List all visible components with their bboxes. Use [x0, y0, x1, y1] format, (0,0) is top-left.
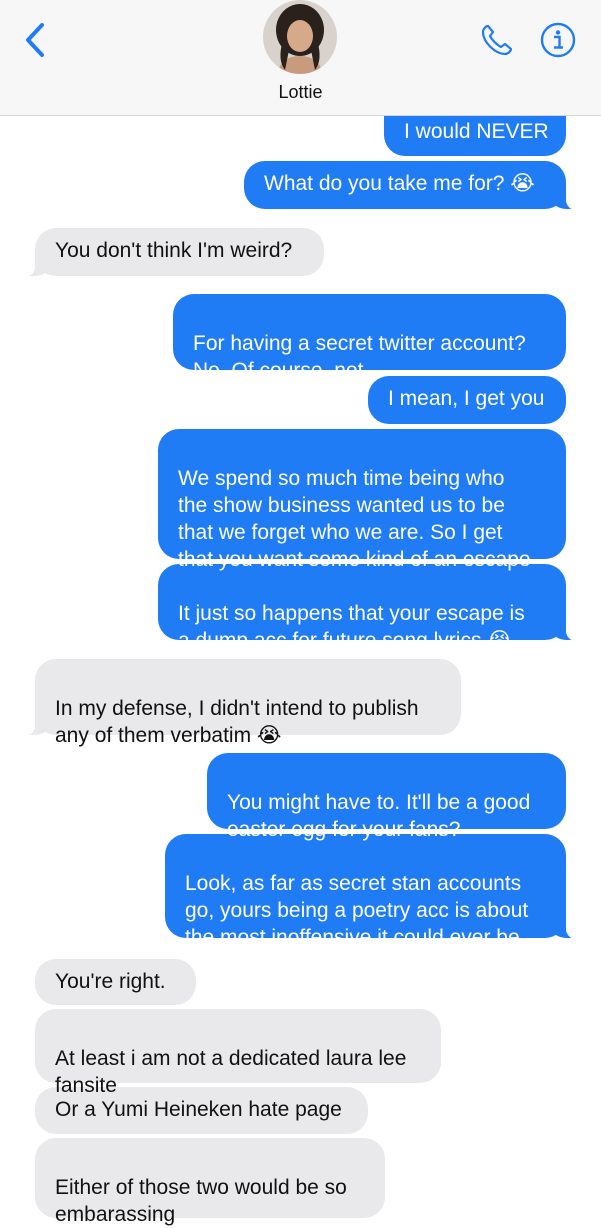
message-bubble-received[interactable]: You don't think I'm weird? — [18, 228, 324, 277]
info-icon — [540, 22, 576, 58]
info-button[interactable] — [538, 20, 578, 60]
back-button[interactable] — [18, 20, 52, 60]
message-bubble-received[interactable]: Either of those two would be so embarass… — [35, 1138, 385, 1226]
message-bubble-received[interactable]: You're right. — [35, 959, 196, 1005]
message-text: Look, as far as secret stan accounts go,… — [185, 872, 529, 949]
message-bubble-received[interactable]: In my defense, I didn't intend to publis… — [18, 659, 461, 747]
conversation-header: Lottie — [0, 0, 601, 116]
message-text: You don't think I'm weird? — [55, 239, 293, 262]
message-text: I mean, I get you — [388, 387, 545, 410]
message-text: You're right. — [55, 970, 166, 993]
message-bubble-sent[interactable]: For having a secret twitter account? No.… — [173, 294, 566, 382]
avatar-photo — [263, 0, 337, 74]
message-text: It just so happens that your escape is a… — [178, 602, 525, 652]
message-text: What do you take me for? 😭 — [264, 172, 535, 195]
chevron-left-icon — [26, 23, 44, 57]
message-bubble-sent[interactable]: What do you take me for? 😭 — [244, 161, 583, 210]
contact-name[interactable]: Lottie — [0, 82, 601, 103]
message-text: I would NEVER — [404, 120, 549, 143]
contact-avatar[interactable] — [263, 0, 337, 74]
phone-icon — [481, 24, 513, 56]
message-bubble-sent[interactable]: We spend so much time being who the show… — [158, 429, 566, 571]
message-bubble-received[interactable]: At least i am not a dedicated laura lee … — [35, 1009, 441, 1097]
call-button[interactable] — [477, 20, 517, 60]
message-text: We spend so much time being who the show… — [178, 467, 531, 571]
message-bubble-sent[interactable]: Look, as far as secret stan accounts go,… — [165, 834, 583, 949]
message-bubble-sent[interactable]: It just so happens that your escape is a… — [158, 564, 583, 652]
message-bubble-sent[interactable]: I mean, I get you — [368, 376, 566, 424]
message-text: For having a secret twitter account? No.… — [193, 332, 526, 382]
message-text: Or a Yumi Heineken hate page — [55, 1098, 342, 1121]
message-bubble-sent[interactable]: You might have to. It'll be a good easte… — [207, 753, 566, 841]
message-bubble-sent[interactable]: I would NEVER — [384, 110, 566, 156]
message-text: In my defense, I didn't intend to publis… — [55, 697, 419, 747]
message-thread: I would NEVER What do you take me for? 😭… — [0, 0, 601, 1226]
message-text: Either of those two would be so embarass… — [55, 1176, 347, 1226]
